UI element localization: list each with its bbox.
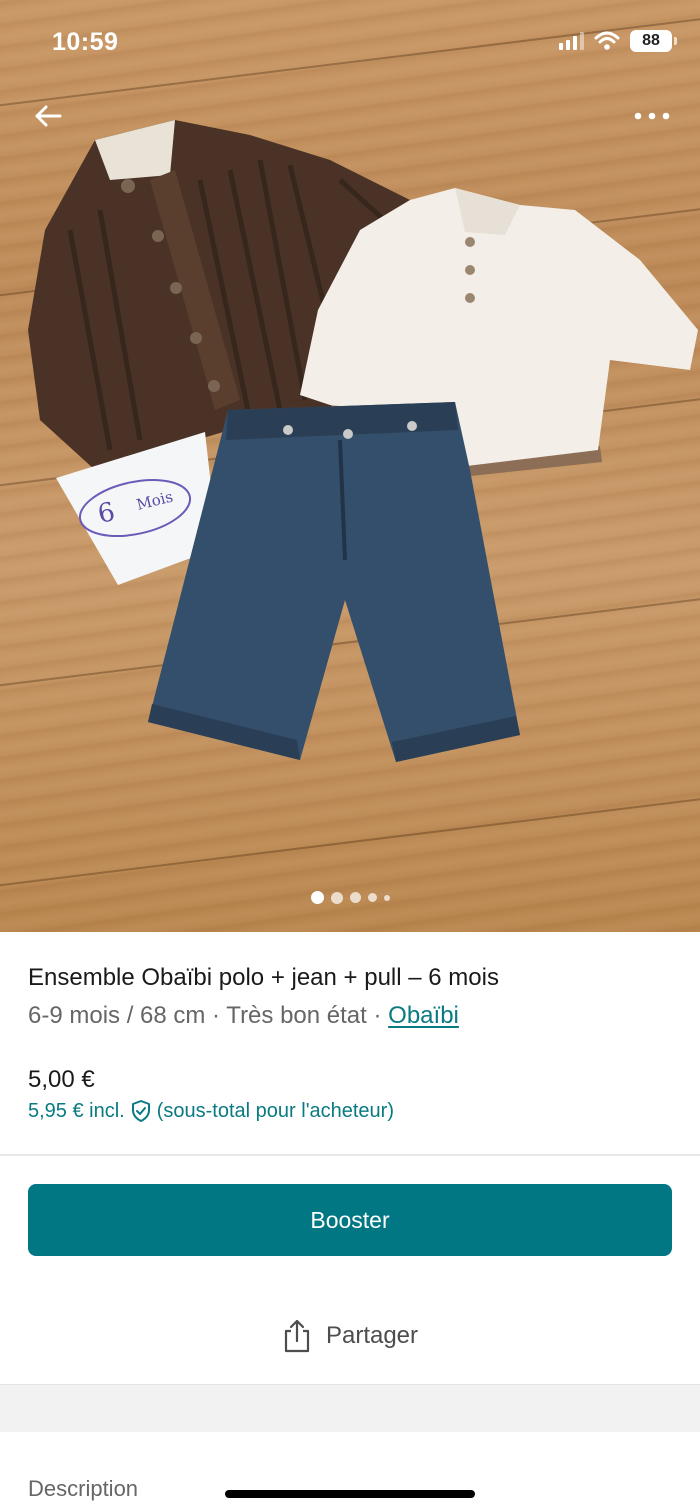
price-incl-value: 5,95 € incl. (28, 1099, 125, 1122)
pagination-dot[interactable] (349, 892, 361, 903)
section-separator-band (0, 1384, 700, 1432)
pagination-dot[interactable] (383, 894, 390, 901)
wifi-icon (594, 31, 620, 50)
arrow-left-icon (35, 105, 62, 127)
item-title: Ensemble Obaïbi polo + jean + pull – 6 m… (28, 964, 499, 991)
product-photo[interactable]: 6 Mois 10:59 88 (0, 0, 700, 932)
pagination-dot[interactable] (330, 891, 343, 904)
status-indicators: 88 (559, 30, 677, 52)
buyer-price-info[interactable]: 5,95 € incl. (sous-total pour l'acheteur… (28, 1099, 394, 1123)
item-attributes: 6-9 mois / 68 cm · Très bon état · Obaïb… (28, 1002, 459, 1030)
boost-button[interactable]: Booster (28, 1184, 672, 1256)
item-condition: Très bon état (226, 1002, 367, 1029)
clothes-illustration: 6 Mois (28, 120, 698, 762)
item-size: 6-9 mois / 68 cm (28, 1002, 206, 1029)
battery-icon: 88 (630, 30, 677, 52)
cellular-signal-icon (559, 32, 584, 50)
back-button[interactable] (28, 96, 68, 136)
share-icon (284, 1319, 310, 1353)
item-price: 5,00 € (28, 1066, 95, 1093)
more-horizontal-icon (634, 112, 670, 120)
pagination-dot-active[interactable] (310, 891, 324, 904)
shield-check-icon (131, 1100, 150, 1122)
share-button[interactable]: Partager (0, 1312, 700, 1360)
more-options-button[interactable] (632, 96, 672, 136)
price-incl-note: (sous-total pour l'acheteur) (156, 1099, 394, 1122)
battery-level: 88 (642, 32, 660, 49)
gallery-pagination (0, 891, 700, 904)
brand-link[interactable]: Obaïbi (388, 1002, 459, 1029)
share-label: Partager (325, 1322, 419, 1349)
description-heading: Description (28, 1476, 139, 1501)
section-divider (0, 1154, 700, 1156)
attribute-separator: · (366, 1002, 389, 1029)
attribute-separator: · (205, 1002, 227, 1029)
pagination-dot[interactable] (367, 893, 377, 902)
status-time: 10:59 (52, 28, 119, 56)
home-indicator[interactable] (225, 1490, 475, 1498)
